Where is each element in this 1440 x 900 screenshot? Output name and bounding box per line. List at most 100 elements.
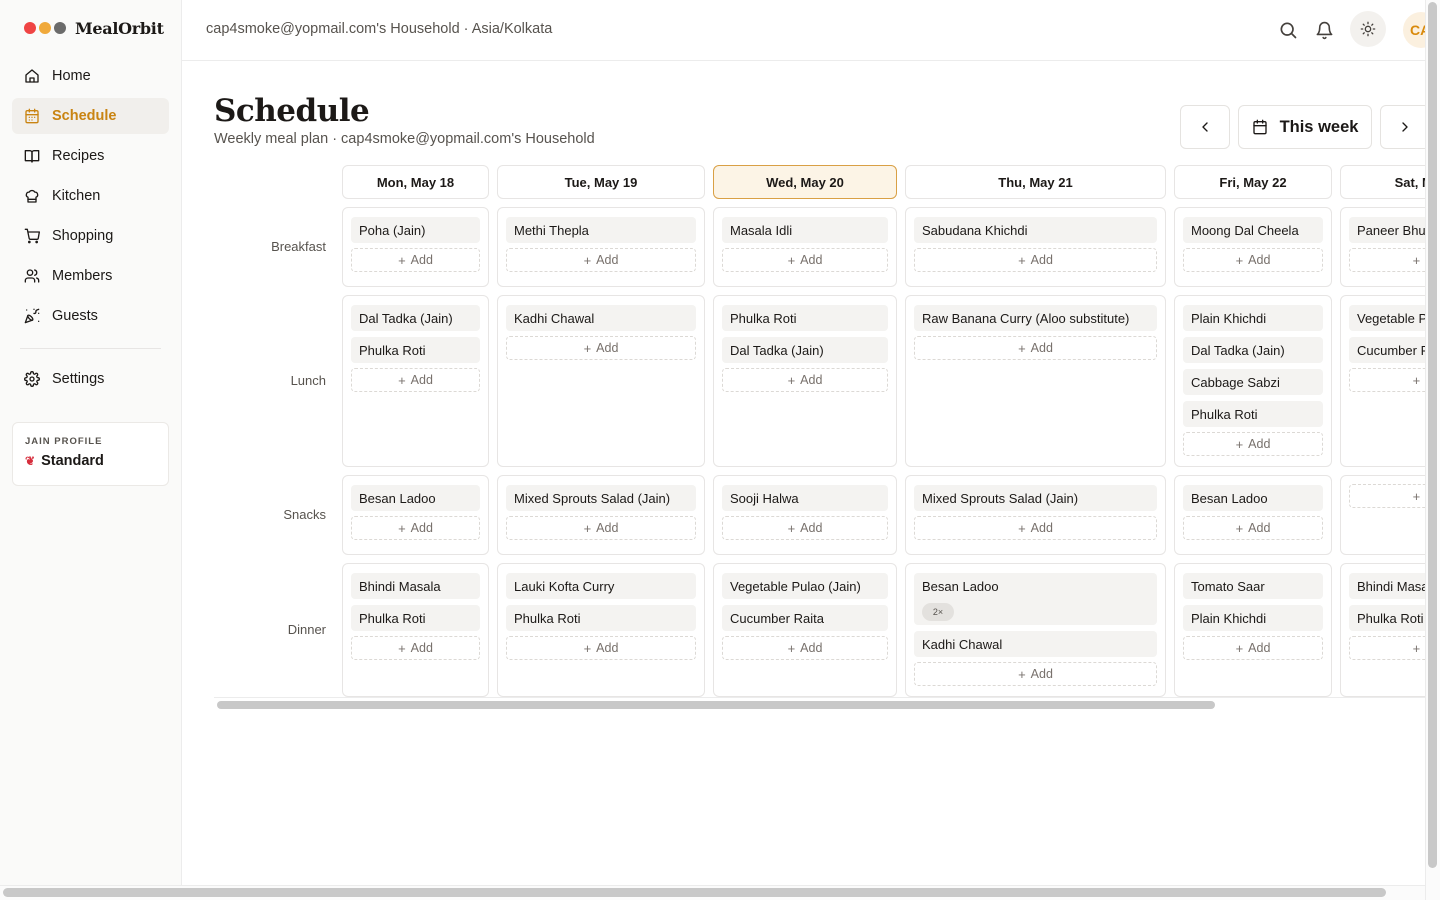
- meal-item[interactable]: Paneer Bhurji: [1349, 217, 1425, 243]
- add-meal-button[interactable]: +Add: [506, 336, 696, 360]
- add-meal-button[interactable]: +Add: [914, 662, 1157, 686]
- meal-item-name: Kadhi Chawal: [514, 311, 595, 326]
- meal-item[interactable]: Kadhi Chawal: [506, 305, 696, 331]
- sidebar-item-shopping[interactable]: Shopping: [12, 218, 169, 254]
- add-meal-button[interactable]: +Add: [351, 368, 480, 392]
- meal-item[interactable]: Dal Tadka (Jain): [1183, 337, 1323, 363]
- meal-item[interactable]: Phulka Roti: [1349, 605, 1425, 631]
- meal-cell: Vegetable Pulao (Jain) Cucumber Raita +Add: [1340, 295, 1425, 467]
- brand[interactable]: MealOrbit: [24, 16, 164, 40]
- meal-item[interactable]: Lauki Kofta Curry: [506, 573, 696, 599]
- meal-item[interactable]: Phulka Roti: [351, 605, 480, 631]
- page-title: Schedule: [214, 93, 370, 129]
- sidebar-item-recipes[interactable]: Recipes: [12, 138, 169, 174]
- add-meal-button[interactable]: +Add: [1183, 636, 1323, 660]
- meal-item[interactable]: Cucumber Raita: [1349, 337, 1425, 363]
- calendar-icon: [25, 108, 39, 124]
- sidebar-item-settings[interactable]: Settings: [12, 361, 169, 397]
- add-label: Add: [1030, 253, 1053, 267]
- meal-item[interactable]: Mixed Sprouts Salad (Jain): [914, 485, 1157, 511]
- meal-item[interactable]: Kadhi Chawal: [914, 631, 1157, 657]
- meal-item[interactable]: Sooji Halwa: [722, 485, 888, 511]
- day-header[interactable]: Sat, May 23: [1340, 165, 1425, 199]
- add-meal-button[interactable]: +Add: [506, 516, 696, 540]
- meal-item[interactable]: Tomato Saar: [1183, 573, 1323, 599]
- jain-profile-card[interactable]: JAIN PROFILE ❦ Standard: [12, 422, 169, 486]
- add-label: Add: [800, 373, 823, 387]
- schedule-scrollbar-thumb[interactable]: [217, 701, 1215, 709]
- meal-item[interactable]: Raw Banana Curry (Aloo substitute): [914, 305, 1157, 331]
- meal-item[interactable]: Phulka Roti: [506, 605, 696, 631]
- meal-item[interactable]: Phulka Roti: [351, 337, 480, 363]
- plus-icon: +: [1412, 252, 1421, 268]
- page-vertical-scrollbar-thumb[interactable]: [1428, 2, 1437, 868]
- add-meal-button[interactable]: +Add: [1349, 368, 1425, 392]
- add-meal-button[interactable]: +Add: [914, 248, 1157, 272]
- add-meal-button[interactable]: +Add: [914, 516, 1157, 540]
- sidebar-item-schedule[interactable]: Schedule: [12, 98, 169, 134]
- meal-item[interactable]: Cabbage Sabzi: [1183, 369, 1323, 395]
- day-header[interactable]: Thu, May 21: [905, 165, 1166, 199]
- meal-item[interactable]: Phulka Roti: [722, 305, 888, 331]
- meal-item[interactable]: Besan Ladoo: [1183, 485, 1323, 511]
- add-meal-button[interactable]: +Add: [506, 636, 696, 660]
- meal-item[interactable]: Moong Dal Cheela: [1183, 217, 1323, 243]
- add-meal-button[interactable]: +Add: [1183, 516, 1323, 540]
- meal-item[interactable]: Masala Idli: [722, 217, 888, 243]
- this-week-button[interactable]: This week: [1238, 105, 1372, 149]
- meal-cell: Dal Tadka (Jain) Phulka Roti + Add: [342, 295, 489, 467]
- meal-item[interactable]: Mixed Sprouts Salad (Jain): [506, 485, 696, 511]
- sidebar-item-home[interactable]: Home: [12, 58, 169, 94]
- add-meal-button[interactable]: +Add: [1183, 248, 1323, 272]
- meal-item[interactable]: Vegetable Pulao (Jain): [1349, 305, 1425, 331]
- add-label: Add: [410, 373, 433, 387]
- meal-item[interactable]: Dal Tadka (Jain): [722, 337, 888, 363]
- day-header[interactable]: Tue, May 19: [497, 165, 705, 199]
- day-header[interactable]: Mon, May 18: [342, 165, 489, 199]
- meal-item[interactable]: Poha (Jain): [351, 217, 480, 243]
- add-meal-button[interactable]: +Add: [1349, 636, 1425, 660]
- sidebar-item-members[interactable]: Members: [12, 258, 169, 294]
- profile-value: Standard: [41, 453, 104, 469]
- sidebar-item-kitchen[interactable]: Kitchen: [12, 178, 169, 214]
- add-label: Add: [1030, 341, 1053, 355]
- day-header[interactable]: Fri, May 22: [1174, 165, 1332, 199]
- meal-item-name: Plain Khichdi: [1191, 611, 1267, 626]
- add-meal-button[interactable]: +Add: [722, 248, 888, 272]
- calendar-icon: [1252, 119, 1267, 135]
- meal-item-name: Besan Ladoo: [1191, 491, 1268, 506]
- meal-item[interactable]: Bhindi Masala: [1349, 573, 1425, 599]
- meal-item[interactable]: Sabudana Khichdi: [914, 217, 1157, 243]
- meal-item[interactable]: Dal Tadka (Jain): [351, 305, 480, 331]
- add-meal-button[interactable]: +Add: [722, 368, 888, 392]
- add-meal-button[interactable]: +Add: [914, 336, 1157, 360]
- sidebar-item-guests[interactable]: Guests: [12, 298, 169, 334]
- search-icon[interactable]: [1276, 18, 1300, 42]
- chevron-right-icon: [1402, 122, 1408, 132]
- theme-toggle-button[interactable]: [1350, 11, 1386, 47]
- add-label: Add: [1248, 641, 1271, 655]
- day-header[interactable]: Wed, May 20: [713, 165, 897, 199]
- add-meal-button[interactable]: +Add: [1183, 432, 1323, 456]
- meal-item[interactable]: Besan Ladoo: [351, 485, 480, 511]
- bell-icon[interactable]: [1312, 18, 1336, 42]
- meal-item[interactable]: Plain Khichdi: [1183, 305, 1323, 331]
- meal-item[interactable]: Phulka Roti: [1183, 401, 1323, 427]
- add-meal-button[interactable]: +Add: [722, 636, 888, 660]
- meal-item[interactable]: Bhindi Masala: [351, 573, 480, 599]
- meal-item[interactable]: Vegetable Pulao (Jain): [722, 573, 888, 599]
- page-horizontal-scrollbar-thumb[interactable]: [3, 888, 1386, 897]
- add-meal-button[interactable]: +Add: [1349, 484, 1425, 508]
- add-meal-button[interactable]: +Add: [351, 516, 480, 540]
- meal-item[interactable]: Cucumber Raita: [722, 605, 888, 631]
- add-meal-button[interactable]: +Add: [722, 516, 888, 540]
- add-meal-button[interactable]: +Add: [351, 248, 480, 272]
- previous-week-button[interactable]: [1180, 105, 1230, 149]
- add-meal-button[interactable]: +Add: [1349, 248, 1425, 272]
- next-week-button[interactable]: [1380, 105, 1425, 149]
- add-meal-button[interactable]: +Add: [351, 636, 480, 660]
- meal-item[interactable]: Plain Khichdi: [1183, 605, 1323, 631]
- meal-item[interactable]: Methi Thepla: [506, 217, 696, 243]
- add-meal-button[interactable]: +Add: [506, 248, 696, 272]
- meal-item[interactable]: Besan Ladoo 2×: [914, 573, 1157, 625]
